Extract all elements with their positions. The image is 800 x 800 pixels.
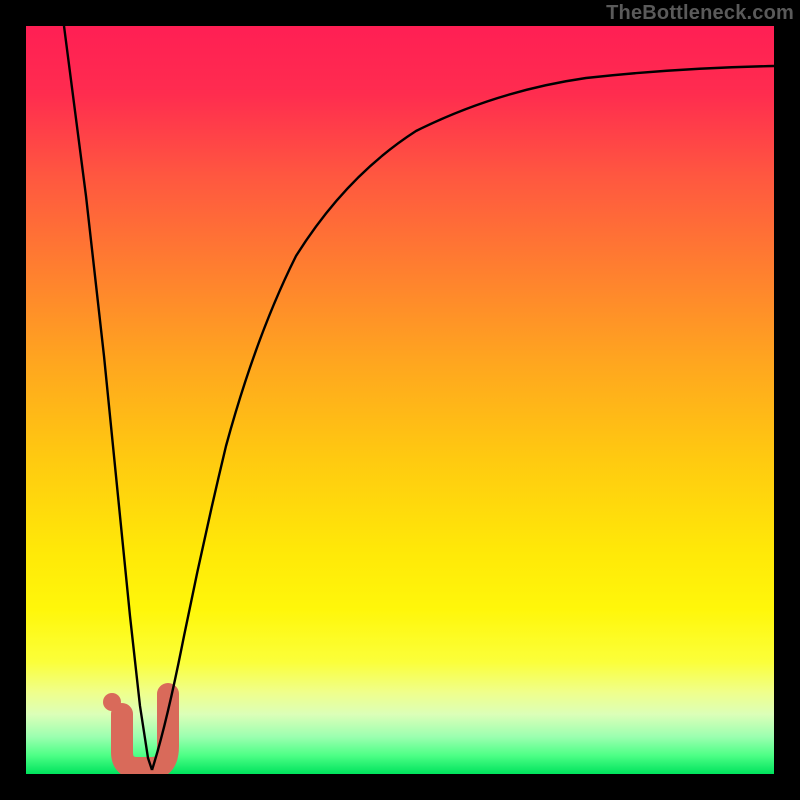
curve-left <box>64 26 152 770</box>
highlight-j-mark <box>103 693 168 768</box>
plot-area <box>26 26 774 774</box>
curves-layer <box>26 26 774 774</box>
watermark-text: TheBottleneck.com <box>606 2 794 25</box>
chart-stage: TheBottleneck.com <box>0 0 800 800</box>
curve-right <box>152 66 774 770</box>
